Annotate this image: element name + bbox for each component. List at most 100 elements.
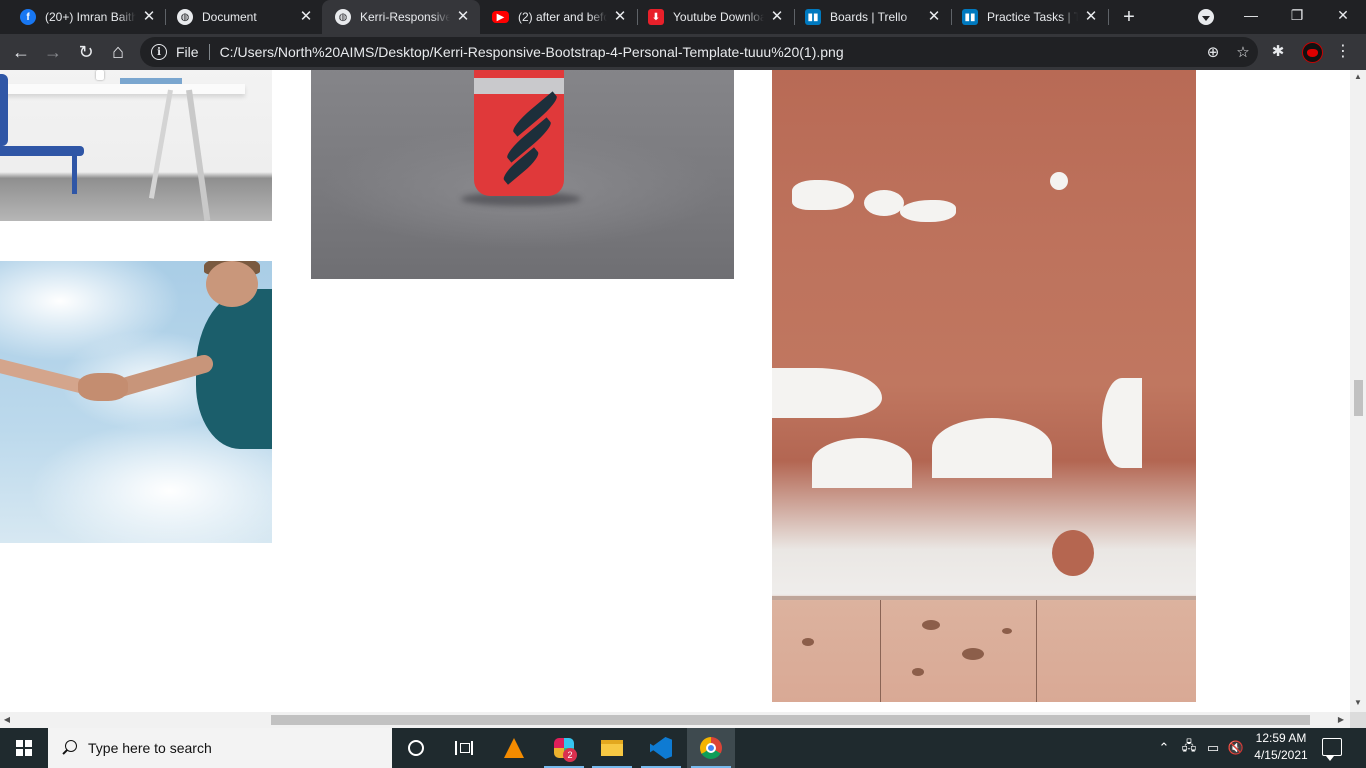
show-hidden-icons-chevron[interactable]: ⌃ [1156, 728, 1172, 768]
forward-button[interactable]: → [40, 39, 66, 65]
action-center-icon[interactable] [1322, 738, 1342, 761]
chair-leg [72, 154, 77, 194]
vscode-taskbar-button[interactable] [637, 728, 685, 768]
close-tab-icon[interactable]: ✕ [140, 8, 158, 26]
paint-flake [932, 418, 1052, 478]
vscode-icon [650, 737, 672, 759]
vlc-taskbar-button[interactable] [490, 728, 538, 768]
vertical-scrollbar[interactable]: ▲ ▼ [1350, 70, 1366, 712]
zoom-icon[interactable]: ⊕ [1198, 43, 1228, 61]
tab-separator [1108, 9, 1109, 25]
clock-date: 4/15/2021 [1254, 748, 1308, 762]
close-tab-icon[interactable]: ✕ [1082, 8, 1100, 26]
tab-trello-boards[interactable]: ▮▮ Boards | Trello ✕ [785, 0, 951, 34]
facebook-icon: f [20, 9, 36, 25]
scroll-up-icon[interactable]: ▲ [1350, 70, 1366, 84]
stone-pit [922, 620, 940, 630]
horizontal-scrollbar[interactable]: ◀ ▶ [0, 712, 1350, 728]
stone-pit [1002, 628, 1012, 634]
clasped-hands [78, 373, 128, 401]
scroll-left-icon[interactable]: ◀ [0, 712, 14, 728]
tab-title: Youtube Downloa [673, 10, 764, 24]
globe-icon: ◍ [177, 9, 193, 25]
tab-title: Boards | Trello [830, 10, 908, 24]
tab-title: (20+) Imran Baith [45, 10, 136, 24]
paint-flake [1102, 378, 1142, 468]
windows-taskbar: Type here to search 2 ⌃ 🖧 ▭ 🔇 12:59 AM 4… [0, 728, 1366, 768]
close-tab-icon[interactable]: ✕ [925, 8, 943, 26]
battery-icon[interactable]: ▭ [1203, 728, 1223, 768]
scroll-down-icon[interactable]: ▼ [1350, 696, 1366, 710]
download-icon: ⬇ [648, 9, 664, 25]
paint-flake [772, 368, 882, 418]
tab-search-icon[interactable] [1198, 9, 1214, 25]
browser-toolbar: ← → ↻ ⌂ i File C:/Users/North%20AIMS/Des… [0, 34, 1366, 70]
chrome-taskbar-button[interactable] [687, 728, 735, 768]
close-tab-icon[interactable]: ✕ [611, 8, 629, 26]
url-text[interactable]: C:/Users/North%20AIMS/Desktop/Kerri-Resp… [220, 44, 844, 60]
desk-leg [186, 89, 211, 221]
tab-document[interactable]: ◍ Document ✕ [157, 0, 323, 34]
file-explorer-taskbar-button[interactable] [588, 728, 636, 768]
task-view-button[interactable] [440, 728, 488, 768]
tab-kerri-responsive[interactable]: ◍ Kerri-Responsive ✕ [322, 0, 480, 34]
red-patch [1052, 530, 1094, 576]
close-tab-icon[interactable]: ✕ [297, 8, 315, 26]
desk-leg [148, 89, 173, 199]
reload-button[interactable]: ↻ [73, 39, 99, 65]
red-bottle-photo [311, 70, 734, 279]
paint-flake [812, 438, 912, 488]
stone-pit [962, 648, 984, 660]
desk-book [120, 78, 182, 84]
tab-strip: f (20+) Imran Baith ✕ ◍ Document ✕ ◍ Ker… [0, 0, 1366, 34]
omnibox-divider [208, 44, 210, 60]
bookmark-star-icon[interactable]: ☆ [1228, 43, 1258, 61]
start-button[interactable] [0, 728, 48, 768]
cortana-button[interactable] [392, 728, 440, 768]
clock-time: 12:59 AM [1255, 731, 1307, 745]
stone-joint [880, 600, 881, 702]
task-view-icon [455, 741, 473, 755]
tab-facebook[interactable]: f (20+) Imran Baith ✕ [0, 0, 166, 34]
new-tab-button[interactable]: + [1118, 6, 1140, 28]
extensions-puzzle-icon[interactable]: ✱ [1269, 43, 1287, 61]
trello-icon: ▮▮ [962, 9, 978, 25]
page-viewport [0, 70, 1350, 712]
back-button[interactable]: ← [8, 39, 34, 65]
minimize-button[interactable]: — [1228, 0, 1274, 30]
stone-joint [1036, 600, 1037, 702]
windows-logo-icon [16, 740, 32, 756]
folder-icon [601, 740, 623, 756]
close-window-button[interactable]: ✕ [1320, 0, 1366, 30]
info-icon[interactable]: i [151, 44, 167, 60]
slack-taskbar-button[interactable] [540, 728, 588, 768]
restore-button[interactable]: ❐ [1274, 0, 1320, 30]
address-bar[interactable]: i File C:/Users/North%20AIMS/Desktop/Ker… [140, 37, 1258, 67]
chair-back [0, 74, 8, 146]
cortana-icon [408, 740, 424, 756]
tab-youtube[interactable]: ▶ (2) after and befo ✕ [472, 0, 637, 34]
browser-menu-icon[interactable]: ⋮ [1333, 42, 1353, 62]
globe-icon: ◍ [335, 9, 351, 25]
close-tab-icon[interactable]: ✕ [768, 8, 786, 26]
office-desk-photo [0, 70, 272, 221]
home-button[interactable]: ⌂ [105, 39, 131, 65]
tab-trello-practice[interactable]: ▮▮ Practice Tasks | Tr ✕ [942, 0, 1108, 34]
taskbar-search-box[interactable]: Type here to search [48, 728, 392, 768]
tab-youtube-downloader[interactable]: ⬇ Youtube Downloa ✕ [628, 0, 794, 34]
taskbar-clock[interactable]: 12:59 AM 4/15/2021 [1244, 730, 1318, 766]
close-tab-icon[interactable]: ✕ [454, 8, 472, 26]
network-icon[interactable]: 🖧 [1179, 728, 1199, 768]
wall-ledge [772, 596, 1196, 600]
slack-notification-badge: 2 [563, 748, 577, 762]
tab-title: Document [202, 10, 257, 24]
horizontal-scroll-thumb[interactable] [271, 715, 1310, 725]
paint-flake [792, 180, 854, 210]
scroll-right-icon[interactable]: ▶ [1334, 712, 1348, 728]
scroll-corner [1350, 712, 1366, 728]
volume-muted-icon[interactable]: 🔇 [1226, 728, 1246, 768]
vertical-scroll-thumb[interactable] [1354, 380, 1363, 416]
trello-icon: ▮▮ [805, 9, 821, 25]
search-placeholder: Type here to search [88, 740, 212, 756]
profile-avatar[interactable] [1302, 42, 1323, 63]
